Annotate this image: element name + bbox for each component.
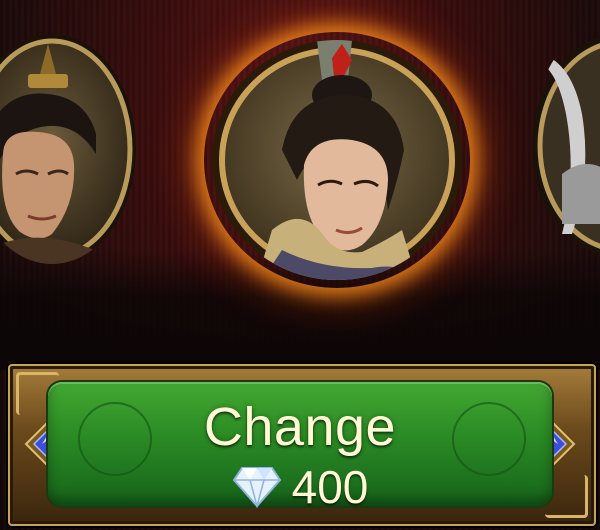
hero-select-screen: Change 400	[0, 0, 600, 530]
diamond-icon	[232, 467, 281, 508]
hero-portrait-right-art	[532, 37, 600, 255]
cost-value: 400	[291, 461, 369, 513]
change-button-label: Change	[203, 397, 397, 457]
hero-portrait-center[interactable]	[212, 40, 462, 280]
hero-portrait-left-art	[0, 34, 136, 264]
cost-row: 400	[48, 460, 552, 514]
hero-portrait-right[interactable]	[532, 34, 600, 259]
hero-portrait-left[interactable]	[0, 34, 136, 264]
change-button[interactable]: Change 400	[48, 382, 552, 513]
hero-portrait-center-art	[212, 40, 462, 280]
